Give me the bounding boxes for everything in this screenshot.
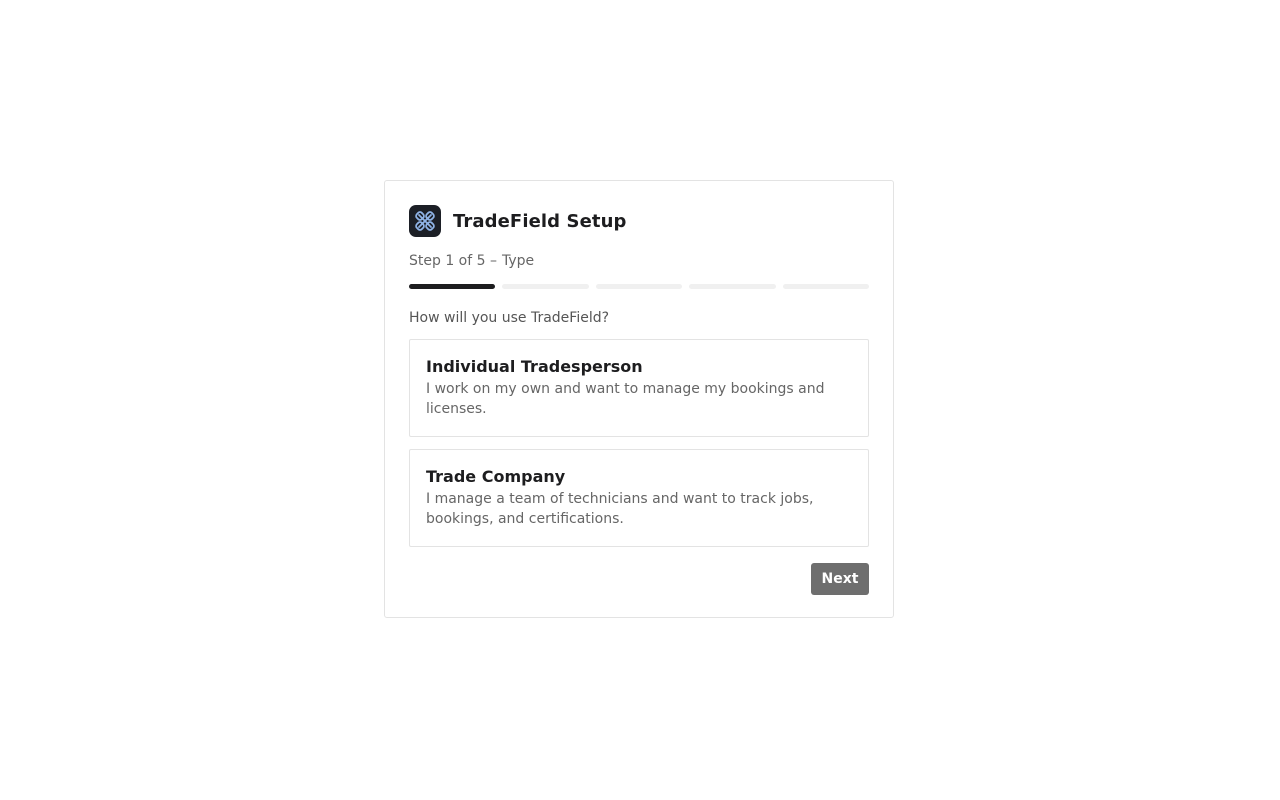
option-description: I manage a team of technicians and want … [426, 491, 814, 527]
setup-header: TradeField Setup [409, 205, 869, 237]
page-title: TradeField Setup [453, 210, 627, 232]
option-description: I work on my own and want to manage my b… [426, 381, 825, 417]
setup-footer: Next [409, 563, 869, 595]
option-individual-tradesperson[interactable]: Individual Tradesperson I work on my own… [409, 339, 869, 437]
progress-segment-1 [409, 284, 496, 289]
step-counter: Step 1 of 5 – [409, 253, 497, 269]
setup-card: TradeField Setup Step 1 of 5 – Type How w… [384, 180, 894, 618]
step-name: Type [502, 253, 535, 269]
progress-segment-2 [502, 284, 589, 289]
tradefield-logo-icon [409, 205, 441, 237]
step-indicator: Step 1 of 5 – Type [409, 252, 869, 270]
progress-segment-4 [689, 284, 776, 289]
usage-question: How will you use TradeField? [409, 310, 610, 326]
step-progress-bar [409, 284, 870, 289]
option-title: Trade Company [426, 467, 566, 486]
option-title: Individual Tradesperson [426, 357, 643, 376]
next-button[interactable]: Next [811, 563, 869, 595]
progress-segment-3 [595, 284, 683, 289]
progress-segment-5 [782, 284, 870, 289]
option-trade-company[interactable]: Trade Company I manage a team of technic… [409, 449, 869, 547]
